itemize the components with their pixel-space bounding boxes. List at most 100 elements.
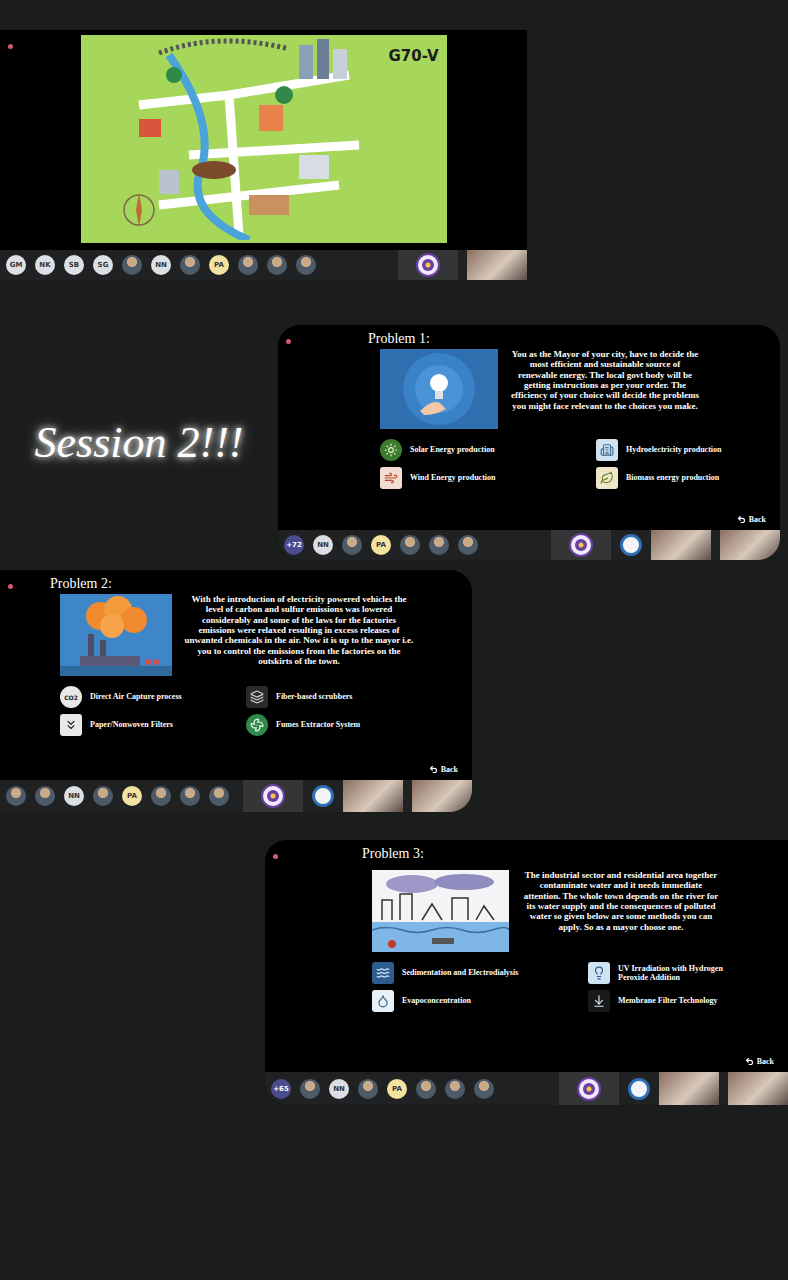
participant-photo[interactable]: [122, 255, 142, 275]
participant-avatar[interactable]: NN: [329, 1079, 349, 1099]
participant-avatar[interactable]: PA: [387, 1079, 407, 1099]
participant-avatar[interactable]: NN: [151, 255, 171, 275]
problem-body: The industrial sector and residential ar…: [521, 870, 721, 932]
participant-photo[interactable]: [400, 535, 420, 555]
option-button[interactable]: Sedimentation and Electrodialysis: [372, 962, 572, 984]
participant-photo[interactable]: [238, 255, 258, 275]
option-button[interactable]: Membrane Filter Technology: [588, 990, 774, 1012]
participant-avatar[interactable]: PA: [209, 255, 229, 275]
option-button[interactable]: Evapoconcentration: [372, 990, 572, 1012]
active-speaker-tile[interactable]: [243, 780, 303, 812]
participant-avatar[interactable]: NN: [313, 535, 333, 555]
option-icon: [380, 439, 402, 461]
back-arrow-icon: [737, 515, 746, 524]
option-label: Direct Air Capture process: [90, 692, 182, 701]
participant-photo[interactable]: [180, 255, 200, 275]
option-button[interactable]: Solar Energy production: [380, 439, 580, 461]
participant-photo[interactable]: [93, 786, 113, 806]
recording-dot: [286, 339, 291, 344]
option-button[interactable]: Fumes Extractor System: [246, 714, 458, 736]
active-speaker-tile[interactable]: [398, 250, 458, 280]
participant-avatar[interactable]: +72: [284, 535, 304, 555]
logo-icon[interactable]: [312, 785, 334, 807]
back-arrow-icon: [745, 1057, 754, 1066]
back-button[interactable]: Back: [368, 515, 766, 524]
active-speaker-tile[interactable]: [559, 1072, 619, 1105]
problem-slide: Problem 3:The industrial sector and resi…: [265, 840, 788, 1072]
participant-photo[interactable]: [296, 255, 316, 275]
shared-slide: Problem 1: You as the Mayor of your city,…: [278, 325, 780, 530]
video-tile[interactable]: [467, 250, 527, 280]
option-button[interactable]: UV Irradiation with Hydrogen Peroxide Ad…: [588, 962, 774, 984]
emblem-icon: [416, 253, 440, 277]
participant-photo[interactable]: [267, 255, 287, 275]
participant-photo[interactable]: [180, 786, 200, 806]
session-caption: Session 2!!!: [35, 417, 244, 468]
participant-photo[interactable]: [209, 786, 229, 806]
emblem-icon: [569, 533, 593, 557]
participant-avatar[interactable]: NN: [64, 786, 84, 806]
video-tile[interactable]: [343, 780, 403, 812]
participant-avatar[interactable]: GM: [6, 255, 26, 275]
option-label: Fiber-based scrubbers: [276, 692, 352, 701]
participant-photo[interactable]: [300, 1079, 320, 1099]
participant-photo[interactable]: [416, 1079, 436, 1099]
participant-strip: NN PA: [0, 780, 472, 812]
participant-photo[interactable]: [445, 1079, 465, 1099]
option-button[interactable]: CO2Direct Air Capture process: [60, 686, 230, 708]
option-button[interactable]: Biomass energy production: [596, 467, 766, 489]
option-button[interactable]: Wind Energy production: [380, 467, 580, 489]
participant-avatar[interactable]: PA: [122, 786, 142, 806]
problem-body: You as the Mayor of your city, have to d…: [510, 349, 700, 411]
logo-icon[interactable]: [628, 1078, 650, 1100]
logo-icon[interactable]: [620, 534, 642, 556]
participant-photo[interactable]: [474, 1079, 494, 1099]
participant-photo[interactable]: [151, 786, 171, 806]
participant-photo[interactable]: [458, 535, 478, 555]
option-label: UV Irradiation with Hydrogen Peroxide Ad…: [618, 964, 738, 982]
participant-avatar[interactable]: +65: [271, 1079, 291, 1099]
option-label: Solar Energy production: [410, 445, 495, 454]
participant-photo[interactable]: [35, 786, 55, 806]
option-icon: [246, 714, 268, 736]
option-label: Paper/Nonwoven Filters: [90, 720, 173, 729]
collage: G70-VGMNKSBSGNNPASession 2!!!Problem 1:Y…: [0, 0, 788, 1280]
problem-intro: The industrial sector and residential ar…: [362, 870, 774, 952]
option-label: Sedimentation and Electrodialysis: [402, 968, 518, 977]
video-tile[interactable]: [659, 1072, 719, 1105]
problem-title: Problem 1:: [368, 331, 766, 347]
video-tile[interactable]: [651, 530, 711, 560]
emblem-icon: [577, 1077, 601, 1101]
participant-photo[interactable]: [6, 786, 26, 806]
option-icon: [596, 467, 618, 489]
participant-photo[interactable]: [429, 535, 449, 555]
back-arrow-icon: [429, 765, 438, 774]
meeting-screen: Problem 1: You as the Mayor of your city,…: [278, 325, 780, 560]
participant-photo[interactable]: [342, 535, 362, 555]
option-icon: [380, 467, 402, 489]
participant-avatar[interactable]: SB: [64, 255, 84, 275]
participant-avatar[interactable]: NK: [35, 255, 55, 275]
option-button[interactable]: Hydroelectricity production: [596, 439, 766, 461]
option-button[interactable]: Paper/Nonwoven Filters: [60, 714, 230, 736]
option-button[interactable]: Fiber-based scrubbers: [246, 686, 458, 708]
participant-strip: +72 NN PA: [278, 530, 780, 560]
option-label: Hydroelectricity production: [626, 445, 721, 454]
lightbulb-picture-icon: [380, 349, 498, 429]
problem-3-row: Problem 3:The industrial sector and resi…: [0, 840, 788, 1105]
participant-strip: +65 NN PA: [265, 1072, 788, 1105]
back-button[interactable]: Back: [362, 1057, 774, 1066]
shared-slide: Problem 2:With the introduction of elect…: [0, 570, 472, 780]
problem-slide: Problem 2:With the introduction of elect…: [0, 570, 472, 780]
video-tile[interactable]: [728, 1072, 788, 1105]
back-button[interactable]: Back: [50, 765, 458, 774]
video-tile[interactable]: [412, 780, 472, 812]
participant-avatar[interactable]: PA: [371, 535, 391, 555]
participant-photo[interactable]: [358, 1079, 378, 1099]
option-icon: [60, 714, 82, 736]
participant-avatar[interactable]: SG: [93, 255, 113, 275]
active-speaker-tile[interactable]: [551, 530, 611, 560]
shared-slide: Problem 3:The industrial sector and resi…: [265, 840, 788, 1072]
option-icon: [588, 990, 610, 1012]
video-tile[interactable]: [720, 530, 780, 560]
